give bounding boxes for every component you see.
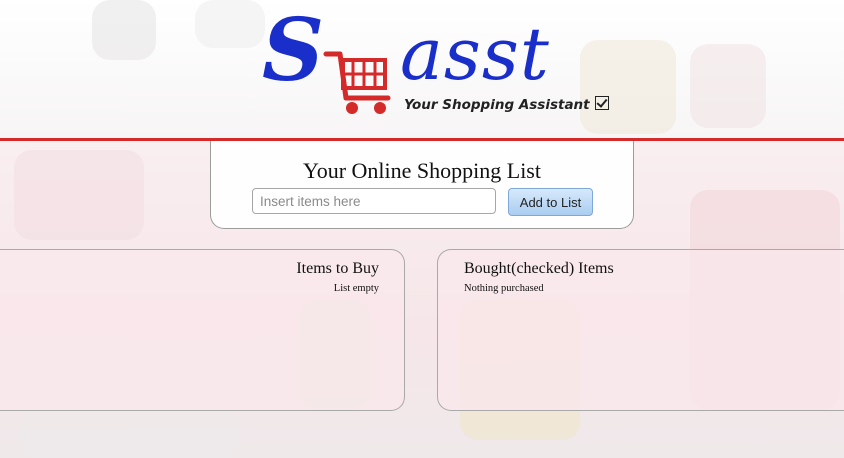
tagline-text: Your Shopping Assistant xyxy=(404,97,590,113)
add-to-list-button[interactable]: Add to List xyxy=(508,188,593,216)
logo-letter: S xyxy=(262,0,325,101)
items-to-buy-title: Items to Buy xyxy=(296,260,379,277)
logo[interactable]: S asst Your Shopping Assistant xyxy=(262,8,609,124)
shopping-cart-icon xyxy=(323,51,391,114)
decor-shape xyxy=(690,44,766,128)
item-input[interactable] xyxy=(252,188,496,214)
decor-shape xyxy=(580,40,676,134)
decor-shape xyxy=(92,0,156,60)
decor-shape xyxy=(20,410,240,458)
checkbox-icon xyxy=(594,96,609,110)
bought-items-empty-message: Nothing purchased xyxy=(464,283,544,294)
items-to-buy-panel: Items to Buy List empty xyxy=(0,249,405,411)
tagline: Your Shopping Assistant xyxy=(404,96,609,113)
decor-shape xyxy=(195,0,265,48)
bought-items-title: Bought(checked) Items xyxy=(464,260,614,277)
page-title: Your Online Shopping List xyxy=(303,158,541,183)
bought-items-panel: Bought(checked) Items Nothing purchased xyxy=(437,249,844,411)
logo-text: asst xyxy=(400,12,550,96)
add-item-panel: Your Online Shopping List Add to List xyxy=(210,141,634,229)
decor-shape xyxy=(14,150,144,240)
items-to-buy-empty-message: List empty xyxy=(333,283,379,294)
